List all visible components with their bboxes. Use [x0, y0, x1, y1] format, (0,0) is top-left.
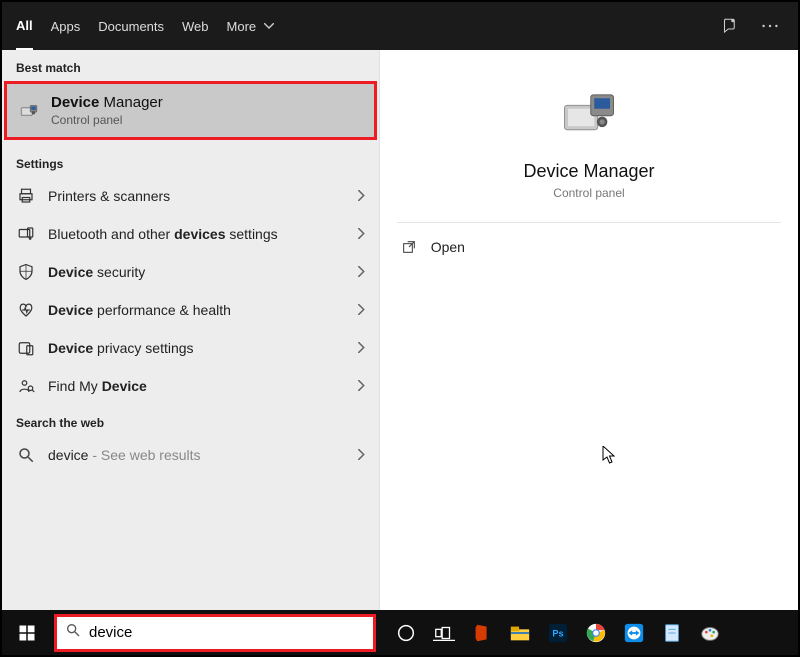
chrome-icon[interactable] [578, 615, 614, 651]
office-icon[interactable] [464, 615, 500, 651]
settings-item-label: Device performance & health [48, 302, 346, 318]
device-manager-large-icon [561, 86, 617, 147]
findmy-icon [16, 376, 36, 396]
chevron-right-icon [358, 340, 365, 356]
tab-more-label: More [227, 19, 257, 34]
chevron-right-icon [358, 302, 365, 318]
paint-icon[interactable] [692, 615, 728, 651]
ellipsis-icon[interactable] [756, 24, 784, 28]
cortana-icon[interactable] [388, 615, 424, 651]
tab-apps[interactable]: Apps [51, 2, 81, 50]
chevron-right-icon [358, 378, 365, 394]
chevron-down-icon [264, 23, 274, 29]
settings-item[interactable]: Printers & scanners [2, 177, 379, 215]
settings-item[interactable]: Device performance & health [2, 291, 379, 329]
open-action[interactable]: Open [397, 223, 782, 271]
best-match-text: Device Manager Control panel [51, 94, 163, 127]
printer-icon [16, 186, 36, 206]
settings-item-label: Bluetooth and other devices settings [48, 226, 346, 242]
tab-documents-label: Documents [98, 19, 164, 34]
web-result[interactable]: device - See web results [2, 436, 379, 474]
best-match-result[interactable]: Device Manager Control panel [4, 81, 377, 140]
notepad-icon[interactable] [654, 615, 690, 651]
taskbar: Ps [2, 610, 798, 655]
tab-documents[interactable]: Documents [98, 2, 164, 50]
preview-pane: Device Manager Control panel Open [380, 50, 798, 610]
open-icon [401, 239, 417, 255]
section-best-match: Best match [2, 50, 379, 81]
svg-text:Ps: Ps [552, 628, 563, 638]
tab-web-label: Web [182, 19, 209, 34]
settings-item-label: Printers & scanners [48, 188, 346, 204]
tab-all[interactable]: All [16, 2, 33, 50]
results-column: Best match Device Manager Control panel [2, 50, 380, 610]
search-input[interactable] [89, 624, 365, 641]
heart-icon [16, 300, 36, 320]
feedback-icon[interactable] [720, 17, 738, 35]
tab-apps-label: Apps [51, 19, 81, 34]
section-settings: Settings [2, 146, 379, 177]
preview-title: Device Manager [523, 161, 654, 182]
chevron-right-icon [358, 447, 365, 463]
filter-tabs: All Apps Documents Web More [2, 2, 798, 50]
settings-item-label: Device privacy settings [48, 340, 346, 356]
open-label: Open [431, 239, 465, 255]
search-icon [65, 622, 81, 643]
tab-web[interactable]: Web [182, 2, 209, 50]
start-button[interactable] [6, 610, 48, 655]
search-panel: All Apps Documents Web More Best match [2, 2, 798, 610]
tab-more[interactable]: More [227, 2, 257, 50]
settings-item[interactable]: Find My Device [2, 367, 379, 405]
settings-item[interactable]: Bluetooth and other devices settings [2, 215, 379, 253]
bluetooth-icon [16, 224, 36, 244]
settings-item[interactable]: Device security [2, 253, 379, 291]
taskbar-search[interactable] [54, 614, 376, 652]
cursor-icon [602, 446, 616, 469]
settings-item-label: Find My Device [48, 378, 346, 394]
section-search-web: Search the web [2, 405, 379, 436]
chevron-right-icon [358, 264, 365, 280]
shield-icon [16, 262, 36, 282]
device-manager-icon [19, 101, 39, 121]
settings-item[interactable]: Device privacy settings [2, 329, 379, 367]
web-result-label: device - See web results [48, 447, 346, 463]
search-icon [16, 445, 36, 465]
preview-subtitle: Control panel [553, 186, 624, 200]
tab-all-label: All [16, 18, 33, 33]
task-view-icon[interactable] [426, 615, 462, 651]
teamviewer-icon[interactable] [616, 615, 652, 651]
chevron-right-icon [358, 226, 365, 242]
file-explorer-icon[interactable] [502, 615, 538, 651]
settings-item-label: Device security [48, 264, 346, 280]
photoshop-icon[interactable]: Ps [540, 615, 576, 651]
privacy-icon [16, 338, 36, 358]
chevron-right-icon [358, 188, 365, 204]
